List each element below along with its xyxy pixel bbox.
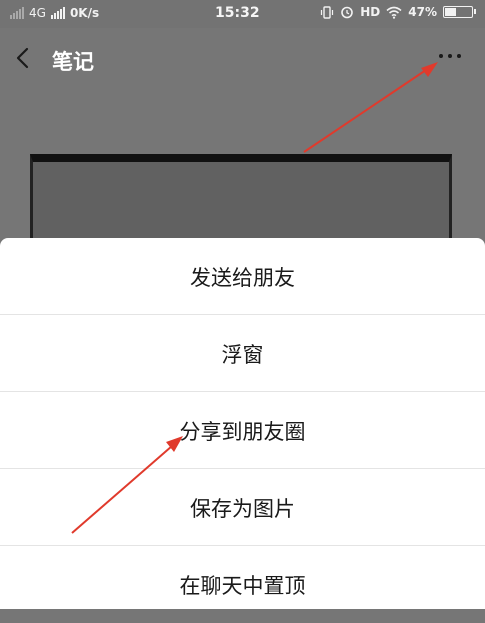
wifi-icon <box>386 6 402 19</box>
menu-item-label: 发送给朋友 <box>190 265 295 290</box>
status-time: 15:32 <box>215 5 260 21</box>
menu-item-label: 在聊天中置顶 <box>179 573 306 598</box>
save-as-image-button[interactable]: 保存为图片 <box>0 469 485 546</box>
back-icon[interactable] <box>12 46 36 70</box>
alarm-icon <box>341 6 354 19</box>
more-dot <box>457 54 461 58</box>
battery-icon <box>443 6 476 18</box>
battery-percent: 47% <box>408 5 437 19</box>
more-dot <box>448 54 452 58</box>
floating-window-button[interactable]: 浮窗 <box>0 315 485 392</box>
more-dot <box>439 54 443 58</box>
menu-item-label: 浮窗 <box>221 342 264 367</box>
vibrate-icon <box>321 5 334 19</box>
page-title: 笔记 <box>52 50 94 74</box>
status-bar: 4G 0K/s 15:32 HD 47% <box>0 0 485 28</box>
status-right: HD 47% <box>320 5 476 19</box>
signal-strength-icon <box>50 7 65 19</box>
network-type: 4G <box>29 6 46 20</box>
menu-item-label: 保存为图片 <box>190 496 295 521</box>
action-sheet: 发送给朋友 浮窗 分享到朋友圈 保存为图片 在聊天中置顶 <box>0 238 485 609</box>
share-to-moments-button[interactable]: 分享到朋友圈 <box>0 392 485 469</box>
hd-indicator: HD <box>360 5 381 19</box>
pin-in-chat-button[interactable]: 在聊天中置顶 <box>0 546 485 623</box>
status-left: 4G 0K/s <box>10 6 99 20</box>
signal-icon <box>10 7 24 19</box>
title-bar: 笔记 <box>0 28 485 90</box>
battery-fill <box>445 8 457 16</box>
menu-item-label: 分享到朋友圈 <box>179 419 306 444</box>
send-to-friend-button[interactable]: 发送给朋友 <box>0 238 485 315</box>
more-icon[interactable] <box>439 54 461 58</box>
network-speed: 0K/s <box>69 6 100 20</box>
